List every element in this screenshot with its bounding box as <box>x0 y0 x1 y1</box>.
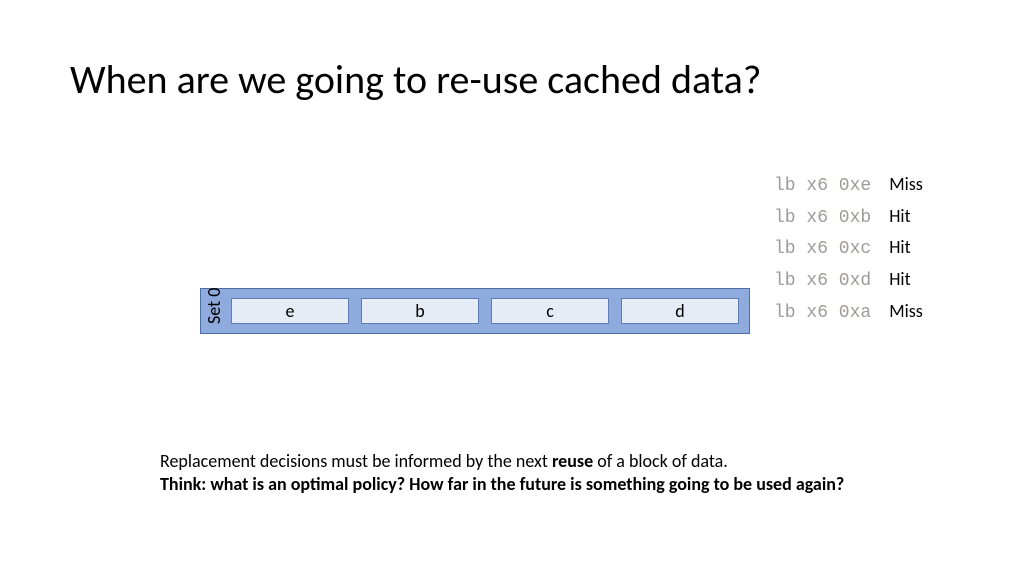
trace-result: Hit <box>889 233 910 263</box>
cache-way-0: e <box>231 298 349 324</box>
trace-result: Hit <box>889 202 910 232</box>
body-text: Replacement decisions must be informed b… <box>160 450 920 497</box>
slide-title: When are we going to re-use cached data? <box>70 55 761 104</box>
cache-ways: e b c d <box>227 289 749 333</box>
trace-instr: lb x6 0xa <box>774 299 871 329</box>
trace-instr: lb x6 0xc <box>774 235 871 265</box>
cache-way-3: d <box>621 298 739 324</box>
cache-set-label: Set 0 <box>203 298 225 324</box>
trace-result: Miss <box>889 297 923 327</box>
trace-result: Hit <box>889 265 910 295</box>
trace-row: lb x6 0xd Hit <box>774 265 923 297</box>
trace-instr: lb x6 0xe <box>774 172 871 202</box>
body-line-1-post: of a block of data. <box>593 450 728 472</box>
trace-row: lb x6 0xe Miss <box>774 170 923 202</box>
trace-row: lb x6 0xc Hit <box>774 233 923 265</box>
trace-row: lb x6 0xa Miss <box>774 297 923 329</box>
trace-instr: lb x6 0xb <box>774 204 871 234</box>
body-line-2: Think: what is an optimal policy? How fa… <box>160 473 920 496</box>
cache-way-2: c <box>491 298 609 324</box>
cache-set-container: Set 0 e b c d <box>200 288 750 334</box>
body-line-1-pre: Replacement decisions must be informed b… <box>160 450 552 472</box>
body-line-1-bold: reuse <box>552 450 593 472</box>
body-line-1: Replacement decisions must be informed b… <box>160 450 920 473</box>
trace-result: Miss <box>889 170 923 200</box>
memory-trace: lb x6 0xe Miss lb x6 0xb Hit lb x6 0xc H… <box>774 170 923 328</box>
trace-row: lb x6 0xb Hit <box>774 202 923 234</box>
trace-instr: lb x6 0xd <box>774 267 871 297</box>
cache-way-1: b <box>361 298 479 324</box>
